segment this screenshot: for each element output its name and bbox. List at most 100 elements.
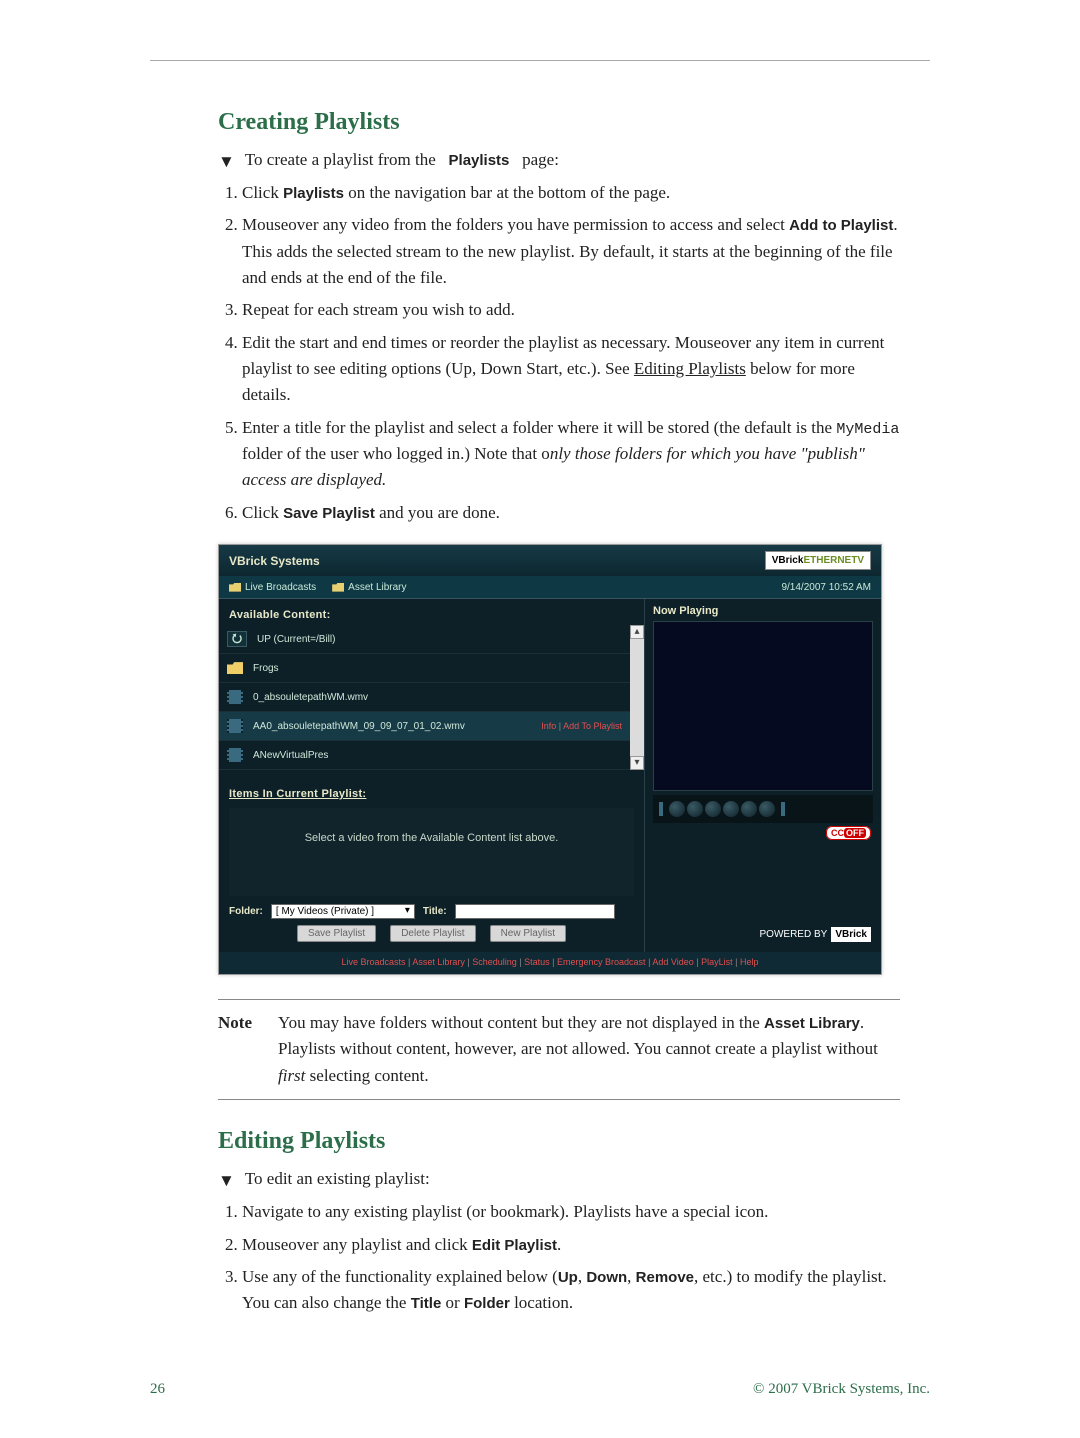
app-footer-links: Live Broadcasts | Asset Library | Schedu…	[219, 952, 881, 974]
player-button[interactable]	[741, 801, 757, 817]
video-player[interactable]	[653, 621, 873, 791]
step-6-bold: Save Playlist	[283, 505, 375, 522]
content-row-video-hover[interactable]: AA0_absouletepathWM_09_09_07_01_02.wmv I…	[219, 712, 630, 741]
film-icon	[227, 719, 243, 733]
folder-icon	[227, 662, 243, 674]
cc-off-label: OFF	[844, 828, 866, 838]
steps-editing: Navigate to any existing playlist (or bo…	[218, 1199, 900, 1316]
delete-playlist-button[interactable]: Delete Playlist	[390, 925, 475, 942]
note-ital: first	[278, 1066, 305, 1085]
player-button[interactable]	[705, 801, 721, 817]
row-add-link[interactable]: Add To Playlist	[563, 721, 622, 731]
row-info-link[interactable]: Info	[541, 721, 556, 731]
row-label: 0_absouletepathWM.wmv	[253, 692, 368, 703]
triangle-icon: ▼	[218, 1171, 235, 1191]
note-pre: You may have folders without content but…	[278, 1013, 764, 1032]
step-3: Repeat for each stream you wish to add.	[242, 300, 515, 319]
edit-step-1: Navigate to any existing playlist (or bo…	[242, 1202, 768, 1221]
edit-step-2-pre: Mouseover any playlist and click	[242, 1235, 472, 1254]
tab-live-broadcasts[interactable]: Live Broadcasts	[229, 582, 316, 593]
step-1-pre: Click	[242, 183, 283, 202]
player-button[interactable]	[669, 801, 685, 817]
row-label: Frogs	[253, 663, 279, 674]
intro-editing: ▼ To edit an existing playlist:	[218, 1169, 900, 1189]
folder-label: Folder:	[229, 906, 263, 917]
eq-icon	[781, 802, 785, 816]
intro-bold: Playlists	[449, 152, 510, 169]
step-5-mono: MyMedia	[836, 421, 899, 438]
title-input[interactable]	[455, 904, 615, 919]
page-footer: 26 © 2007 VBrick Systems, Inc.	[150, 1381, 930, 1398]
footer-link[interactable]: PlayList	[701, 957, 733, 967]
intro-text-2: page:	[522, 150, 559, 169]
player-controls	[653, 795, 873, 823]
step-6-pre: Click	[242, 503, 283, 522]
content-row-video[interactable]: ANewVirtualPres	[219, 741, 630, 770]
content-row-video[interactable]: 0_absouletepathWM.wmv	[219, 683, 630, 712]
player-button[interactable]	[759, 801, 775, 817]
e3-pre: Use any of the functionality explained b…	[242, 1267, 558, 1286]
edit-step-2-post: .	[557, 1235, 561, 1254]
e3-b3: Remove	[636, 1269, 694, 1286]
up-arrow-icon: ⭮	[227, 631, 247, 647]
e3-b1: Up	[558, 1269, 578, 1286]
page-top-rule	[150, 60, 930, 61]
film-icon	[227, 748, 243, 762]
scroll-up-icon[interactable]: ▴	[630, 625, 644, 639]
step-2-bold: Add to Playlist	[789, 217, 893, 234]
footer-link[interactable]: Add Video	[652, 957, 693, 967]
powered-by: POWERED BY VBrick	[653, 921, 873, 946]
app-tabbar: Live Broadcasts Asset Library 9/14/2007 …	[219, 576, 881, 599]
tab-live-label: Live Broadcasts	[245, 582, 316, 593]
content-row-up[interactable]: ⭮ UP (Current=/Bill)	[219, 625, 630, 654]
folder-select[interactable]: [ My Videos (Private) ]	[271, 904, 415, 919]
intro-editing-text: To edit an existing playlist:	[245, 1169, 430, 1189]
page-copyright: © 2007 VBrick Systems, Inc.	[753, 1381, 930, 1398]
cc-label: CC	[831, 828, 844, 838]
save-playlist-button[interactable]: Save Playlist	[297, 925, 376, 942]
player-button[interactable]	[723, 801, 739, 817]
footer-link[interactable]: Help	[740, 957, 759, 967]
app-timestamp: 9/14/2007 10:52 AM	[781, 582, 871, 593]
heading-creating-playlists: Creating Playlists	[218, 109, 900, 136]
folder-select-value: [ My Videos (Private) ]	[276, 906, 374, 917]
step-1-bold: Playlists	[283, 185, 344, 202]
app-titlebar: VBrick Systems VBrickETHERNETV	[219, 545, 881, 576]
scroll-down-icon[interactable]: ▾	[630, 756, 644, 770]
content-row-folder[interactable]: Frogs	[219, 654, 630, 683]
content-scrollbar[interactable]: ▴ ▾	[630, 625, 644, 770]
title-label: Title:	[423, 906, 447, 917]
step-1-post: on the navigation bar at the bottom of t…	[344, 183, 670, 202]
row-label: ANewVirtualPres	[253, 750, 328, 761]
footer-link[interactable]: Scheduling	[472, 957, 517, 967]
intro-text-1: To create a playlist from the	[245, 150, 436, 169]
step-6-post: and you are done.	[375, 503, 500, 522]
folder-icon	[229, 583, 241, 592]
logo-et: ETHERNETV	[803, 555, 864, 566]
row-label: UP (Current=/Bill)	[257, 634, 335, 645]
logo-vb: VBrick	[772, 555, 804, 566]
edit-step-2-bold: Edit Playlist	[472, 1237, 557, 1254]
player-button[interactable]	[687, 801, 703, 817]
steps-creating: Click Playlists on the navigation bar at…	[218, 180, 900, 526]
cc-toggle[interactable]: CCOFF	[826, 826, 871, 840]
available-content-label: Available Content:	[229, 609, 644, 621]
powered-logo: VBrick	[831, 927, 871, 942]
footer-link[interactable]: Emergency Broadcast	[557, 957, 646, 967]
footer-link[interactable]: Status	[524, 957, 550, 967]
app-company: VBrick Systems	[229, 554, 320, 568]
e3-b4: Title	[411, 1295, 442, 1312]
step-5-pre: Enter a title for the playlist and selec…	[242, 418, 836, 437]
step-4-link[interactable]: Editing Playlists	[634, 359, 746, 378]
new-playlist-button[interactable]: New Playlist	[490, 925, 566, 942]
note-bold: Asset Library	[764, 1015, 860, 1032]
playlist-empty-message: Select a video from the Available Conten…	[229, 808, 634, 896]
footer-link[interactable]: Live Broadcasts	[342, 957, 406, 967]
app-logo: VBrickETHERNETV	[765, 551, 871, 570]
embedded-app-screenshot: VBrick Systems VBrickETHERNETV Live Broa…	[218, 544, 882, 975]
triangle-icon: ▼	[218, 152, 235, 172]
tab-asset-library[interactable]: Asset Library	[332, 582, 406, 593]
note-post: selecting content.	[305, 1066, 428, 1085]
intro-creating: ▼ To create a playlist from the Playlist…	[218, 150, 900, 170]
footer-link[interactable]: Asset Library	[412, 957, 465, 967]
